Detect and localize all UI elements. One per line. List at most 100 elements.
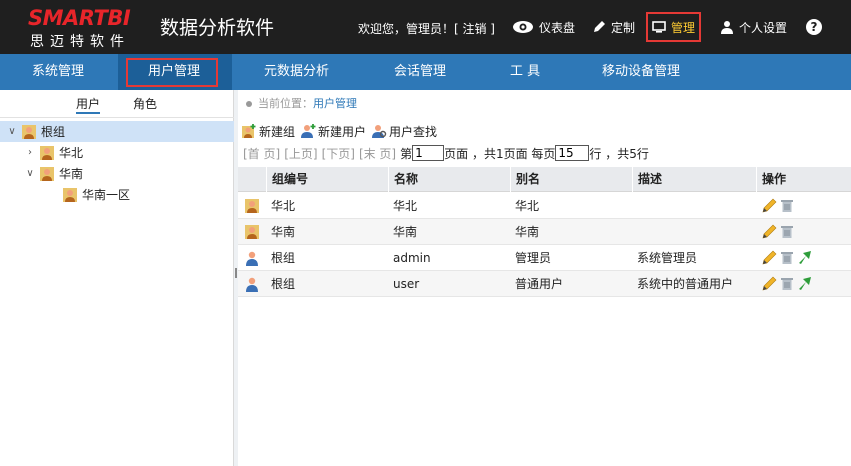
edit-pencil-icon[interactable] [762, 198, 777, 213]
per-page-input[interactable] [555, 145, 590, 161]
new-group-button[interactable]: 新建组 [241, 123, 295, 140]
new-group-label: 新建组 [259, 124, 296, 139]
delete-trash-icon[interactable] [780, 224, 794, 239]
edit-pencil-icon[interactable] [762, 276, 777, 291]
user-group-icon [63, 187, 77, 202]
first-page-link[interactable]: [首 页] [243, 145, 280, 162]
table-row[interactable]: 根组 user 普通用户 系统中的普通用户 [238, 271, 851, 297]
expand-arrow-icon[interactable]: › [24, 147, 36, 158]
tab-users[interactable]: 用户 [76, 94, 101, 114]
search-user-icon [372, 125, 387, 138]
cell-group-id: 根组 [271, 251, 296, 265]
cell-alias: 管理员 [515, 251, 552, 265]
delete-trash-icon[interactable] [780, 250, 794, 265]
table-row[interactable]: 华北 华北 华北 [238, 193, 851, 219]
tree-node-north[interactable]: › 华北 [24, 142, 83, 163]
page-number-input[interactable] [412, 145, 445, 161]
tab-roles[interactable]: 角色 [133, 94, 157, 114]
cell-name: user [393, 277, 420, 291]
cell-description: 系统中的普通用户 [637, 277, 734, 291]
logo-main-text: SMARTBI [28, 6, 131, 30]
cell-description [632, 219, 637, 245]
user-group-icon [22, 124, 36, 139]
row-actions [762, 250, 815, 265]
row-actions [762, 198, 797, 213]
manage-link[interactable]: 管理 [646, 12, 702, 42]
prev-page-link[interactable]: [上页] [284, 145, 317, 162]
tree-node-root[interactable]: ∨ 根组 [0, 121, 234, 142]
manage-label: 管理 [671, 20, 696, 35]
cell-name: admin [393, 251, 431, 265]
table-row[interactable]: 根组 admin 管理员 系统管理员 [238, 245, 851, 271]
nav-system-management[interactable]: 系统管理 [32, 54, 84, 90]
find-user-button[interactable]: 用户查找 [371, 123, 437, 140]
next-page-link[interactable]: [下页] [322, 145, 355, 162]
cell-name: 华南 [393, 225, 418, 239]
logo-sub-text: 思迈特软件 [30, 34, 130, 50]
row-actions [762, 224, 797, 239]
tree-node-south[interactable]: ∨ 华南 [24, 163, 83, 184]
breadcrumb-prefix: 当前位置： [258, 97, 313, 110]
col-description: 描述 [632, 167, 756, 192]
customize-link[interactable]: 定制 [592, 17, 635, 37]
expand-arrow-icon[interactable]: ∨ [6, 126, 18, 137]
new-user-button[interactable]: 新建用户 [300, 123, 366, 140]
nav-mobile-device-management[interactable]: 移动设备管理 [602, 54, 680, 90]
cell-group-id: 华南 [271, 225, 296, 239]
nav-user-management[interactable]: 用户管理 [118, 54, 232, 90]
cell-description [632, 193, 637, 219]
app-title: 数据分析软件 [160, 17, 275, 39]
col-alias: 别名 [510, 167, 632, 192]
cell-description: 系统管理员 [637, 251, 698, 265]
eye-icon [513, 21, 533, 33]
nav-session-management[interactable]: 会话管理 [394, 54, 446, 90]
tree-node-label: 华南一区 [82, 188, 131, 202]
col-actions: 操作 [756, 167, 851, 192]
breadcrumb: 当前位置：用户管理 [246, 95, 357, 111]
toolbar: 新建组 新建用户 用户查找 [241, 122, 442, 140]
cell-group-id: 根组 [271, 277, 296, 291]
cell-name: 华北 [393, 199, 418, 213]
cell-alias: 普通用户 [515, 277, 564, 291]
new-user-label: 新建用户 [318, 124, 367, 139]
personal-settings-link[interactable]: 个人设置 [720, 17, 787, 37]
col-name: 名称 [388, 167, 508, 192]
delete-trash-icon[interactable] [780, 276, 794, 291]
splitter-handle-icon[interactable] [235, 268, 237, 278]
delete-trash-icon[interactable] [780, 198, 794, 213]
tree-node-south-zone1[interactable]: 华南一区 [47, 184, 130, 205]
nav-metadata-analysis[interactable]: 元数据分析 [264, 54, 329, 90]
left-tabs: 用户 角色 [0, 90, 234, 118]
main-nav: 系统管理 用户管理 元数据分析 会话管理 工 具 移动设备管理 [0, 54, 851, 90]
pencil-icon [594, 21, 605, 32]
customize-label: 定制 [611, 20, 636, 35]
nav-tools[interactable]: 工 具 [510, 54, 540, 90]
cell-alias: 华南 [515, 225, 540, 239]
user-group-icon [40, 145, 54, 160]
page-label: 第 [400, 146, 413, 161]
bullet-icon [246, 101, 252, 107]
left-panel: 用户 角色 ∨ 根组 › 华北 ∨ 华南 华南一区 [0, 90, 234, 466]
table-header: 组编号 名称 别名 描述 操作 [238, 167, 851, 192]
dashboard-link[interactable]: 仪表盘 [512, 17, 575, 37]
user-icon [246, 251, 258, 266]
breadcrumb-current[interactable]: 用户管理 [313, 97, 357, 110]
personal-settings-label: 个人设置 [739, 20, 788, 35]
move-arrow-icon[interactable] [797, 276, 812, 291]
row-actions [762, 276, 815, 291]
expand-arrow-icon[interactable]: ∨ [24, 168, 36, 179]
tree-node-label: 根组 [41, 125, 66, 139]
user-icon [246, 277, 258, 292]
monitor-icon [652, 21, 666, 33]
cell-alias: 华北 [515, 199, 540, 213]
table-row[interactable]: 华南 华南 华南 [238, 219, 851, 245]
last-page-link[interactable]: [末 页] [359, 145, 396, 162]
add-group-icon [242, 124, 256, 138]
edit-pencil-icon[interactable] [762, 224, 777, 239]
edit-pencil-icon[interactable] [762, 250, 777, 265]
welcome-logout-link[interactable]: 欢迎您，管理员！[ 注销 ] [358, 20, 495, 37]
move-arrow-icon[interactable] [797, 250, 812, 265]
user-group-icon [245, 225, 259, 239]
help-icon[interactable]: ? [806, 19, 822, 35]
tree-node-label: 华北 [59, 146, 84, 160]
